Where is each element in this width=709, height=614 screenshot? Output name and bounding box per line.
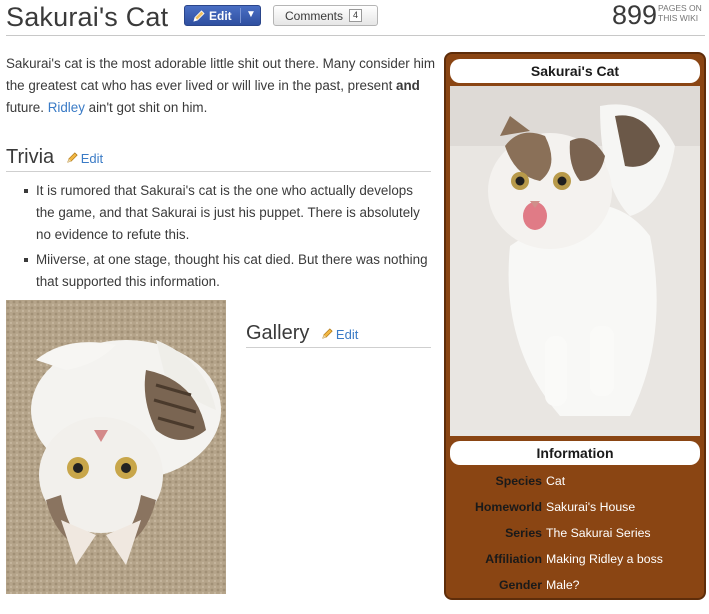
information-heading: Information — [450, 441, 700, 465]
intro-bold: and — [396, 78, 420, 93]
trivia-edit-link[interactable]: Edit — [66, 151, 103, 166]
infobox-row-series: Series The Sakurai Series — [450, 520, 700, 546]
pencil-icon — [66, 151, 79, 164]
infobox-value: Cat — [546, 474, 566, 488]
trivia-heading: Trivia Edit — [6, 146, 431, 172]
gallery-heading: Gallery Edit — [246, 322, 431, 348]
edit-button-divider — [240, 8, 241, 23]
gallery-edit-label: Edit — [335, 327, 359, 342]
comments-button-label: Comments — [285, 8, 344, 23]
intro-text-1: Sakurai's cat is the most adorable littl… — [6, 56, 436, 93]
ridley-link[interactable]: Ridley — [48, 100, 85, 115]
intro-text-3: ain't got shit on him. — [84, 100, 208, 115]
trivia-item: Miiverse, at one stage, thought his cat … — [24, 249, 432, 293]
page-count: 899 — [612, 0, 658, 30]
trivia-edit-label: Edit — [80, 151, 104, 166]
trivia-list: It is rumored that Sakurai's cat is the … — [22, 180, 432, 296]
pencil-icon — [321, 327, 334, 340]
infobox-key: Homeworld — [475, 500, 542, 514]
pages-on-wiki-label: PAGES ON THIS WIKI — [658, 3, 702, 23]
infobox-row-affiliation: Affiliation Making Ridley a boss — [450, 546, 700, 572]
infobox-key: Affiliation — [485, 552, 542, 566]
comments-count-badge: 4 — [349, 9, 363, 22]
chevron-down-icon[interactable]: ▼ — [246, 9, 256, 20]
character-infobox: Sakurai's Cat Information Species Cat Ho… — [444, 52, 706, 600]
comments-button[interactable]: Comments 4 — [273, 5, 378, 26]
infobox-key: Series — [505, 526, 542, 540]
infobox-key: Gender — [498, 578, 542, 592]
infobox-value: Male? — [546, 578, 580, 592]
header-divider — [6, 35, 705, 36]
infobox-title: Sakurai's Cat — [450, 59, 700, 83]
page-title: Sakurai's Cat — [6, 2, 169, 32]
gallery-heading-text: Gallery — [246, 322, 310, 344]
infobox-value: Sakurai's House — [546, 500, 636, 514]
trivia-heading-text: Trivia — [6, 146, 55, 168]
infobox-value: The Sakurai Series — [546, 526, 651, 540]
gallery-edit-link[interactable]: Edit — [321, 327, 358, 342]
pencil-icon — [192, 9, 206, 23]
infobox-row-gender: Gender Male? — [450, 572, 700, 598]
page-header: Sakurai's Cat Edit ▼ Comments 4 899 PAGE… — [0, 0, 709, 38]
edit-button[interactable]: Edit ▼ — [184, 5, 261, 26]
infobox-key: Species — [495, 474, 543, 488]
infobox-cat-photo[interactable] — [450, 86, 700, 436]
infobox-value: Making Ridley a boss — [546, 552, 663, 566]
intro-paragraph: Sakurai's cat is the most adorable littl… — [6, 53, 436, 119]
trivia-item: It is rumored that Sakurai's cat is the … — [24, 180, 432, 246]
edit-button-label: Edit — [209, 8, 232, 23]
intro-text-2: future. — [6, 100, 48, 115]
gallery-cat-photo[interactable] — [6, 300, 226, 594]
infobox-row-homeworld: Homeworld Sakurai's House — [450, 494, 700, 520]
infobox-rows: Species Cat Homeworld Sakurai's House Se… — [450, 468, 700, 598]
infobox-row-species: Species Cat — [450, 468, 700, 494]
